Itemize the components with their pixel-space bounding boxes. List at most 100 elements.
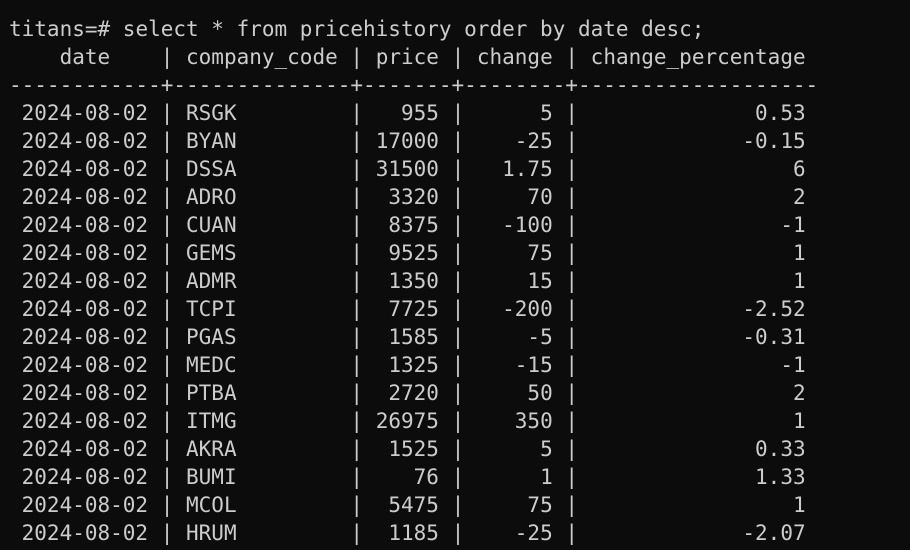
column-divider: | [565,325,579,349]
header-cell-price: price [363,45,452,69]
column-divider: | [160,465,174,489]
cell-change-percentage: 1.33 [578,465,819,489]
cell-change-percentage: -1 [578,213,819,237]
table-row: 2024-08-02 | PGAS | 1585 | -5 | -0.31 [9,323,910,351]
column-divider: | [565,521,579,545]
cell-company-code: GEMS [173,241,351,265]
command-line: titans=# select * from pricehistory orde… [9,15,910,43]
column-divider: | [160,353,174,377]
cell-change-percentage: 1 [578,241,819,265]
cell-change-percentage: 1 [578,269,819,293]
column-divider: | [451,381,465,405]
column-divider: | [451,465,465,489]
table-row: 2024-08-02 | PTBA | 2720 | 50 | 2 [9,379,910,407]
column-divider: | [350,409,364,433]
header-cell-company-code: company_code [173,45,351,69]
cell-date: 2024-08-02 [9,493,161,517]
cell-price: 3320 [363,185,452,209]
cell-price: 17000 [363,129,452,153]
cell-company-code: HRUM [173,521,351,545]
column-divider: | [160,409,174,433]
cell-date: 2024-08-02 [9,465,161,489]
table-row: 2024-08-02 | ADRO | 3320 | 70 | 2 [9,183,910,211]
column-divider: | [160,241,174,265]
column-divider: | [160,185,174,209]
cell-date: 2024-08-02 [9,101,161,125]
table-row: 2024-08-02 | GEMS | 9525 | 75 | 1 [9,239,910,267]
cell-price: 1325 [363,353,452,377]
cell-date: 2024-08-02 [9,185,161,209]
column-divider: | [451,409,465,433]
column-divider: | [350,325,364,349]
column-divider: | [565,185,579,209]
cell-company-code: CUAN [173,213,351,237]
column-divider: | [565,45,579,69]
cell-date: 2024-08-02 [9,241,161,265]
cell-change-percentage: -2.52 [578,297,819,321]
cell-date: 2024-08-02 [9,437,161,461]
cell-date: 2024-08-02 [9,269,161,293]
cell-company-code: AKRA [173,437,351,461]
table-row: 2024-08-02 | TCPI | 7725 | -200 | -2.52 [9,295,910,323]
cell-change-percentage: 2 [578,185,819,209]
column-divider: | [451,185,465,209]
table-row: 2024-08-02 | ITMG | 26975 | 350 | 1 [9,407,910,435]
column-divider: | [350,353,364,377]
table-separator: ------------+--------------+-------+----… [9,73,819,97]
table-row: 2024-08-02 | DSSA | 31500 | 1.75 | 6 [9,155,910,183]
cell-change: -25 [464,521,566,545]
cell-price: 955 [363,101,452,125]
column-divider: | [565,437,579,461]
column-divider: | [451,493,465,517]
cell-company-code: TCPI [173,297,351,321]
cell-price: 1585 [363,325,452,349]
cell-company-code: RSGK [173,101,351,125]
column-divider: | [160,325,174,349]
column-divider: | [565,381,579,405]
cell-price: 5475 [363,493,452,517]
column-divider: | [160,269,174,293]
cell-change-percentage: -1 [578,353,819,377]
cell-date: 2024-08-02 [9,381,161,405]
column-divider: | [565,241,579,265]
cell-price: 1525 [363,437,452,461]
header-cell-date: date [9,45,161,69]
terminal-window[interactable]: titans=# select * from pricehistory orde… [9,15,910,547]
cell-company-code: PTBA [173,381,351,405]
table-row: 2024-08-02 | BUMI | 76 | 1 | 1.33 [9,463,910,491]
column-divider: | [565,353,579,377]
cell-change: 5 [464,437,566,461]
column-divider: | [565,157,579,181]
cell-change: -15 [464,353,566,377]
prompt: titans=# [9,17,123,41]
column-divider: | [350,521,364,545]
cell-company-code: BUMI [173,465,351,489]
column-divider: | [160,381,174,405]
table-row: 2024-08-02 | ADMR | 1350 | 15 | 1 [9,267,910,295]
column-divider: | [350,437,364,461]
cell-date: 2024-08-02 [9,409,161,433]
column-divider: | [350,241,364,265]
cell-date: 2024-08-02 [9,129,161,153]
table-row: 2024-08-02 | BYAN | 17000 | -25 | -0.15 [9,127,910,155]
column-divider: | [451,437,465,461]
column-divider: | [451,297,465,321]
column-divider: | [565,101,579,125]
cell-change: 75 [464,241,566,265]
column-divider: | [350,129,364,153]
column-divider: | [565,409,579,433]
cell-price: 31500 [363,157,452,181]
cell-company-code: PGAS [173,325,351,349]
cell-change: 1 [464,465,566,489]
cell-change-percentage: -0.15 [578,129,819,153]
cell-change-percentage: 1 [578,409,819,433]
table-row: 2024-08-02 | RSGK | 955 | 5 | 0.53 [9,99,910,127]
column-divider: | [451,521,465,545]
cell-date: 2024-08-02 [9,213,161,237]
column-divider: | [160,157,174,181]
cell-company-code: ITMG [173,409,351,433]
column-divider: | [451,45,465,69]
column-divider: | [160,297,174,321]
cell-change: -100 [464,213,566,237]
cell-change-percentage: 0.33 [578,437,819,461]
